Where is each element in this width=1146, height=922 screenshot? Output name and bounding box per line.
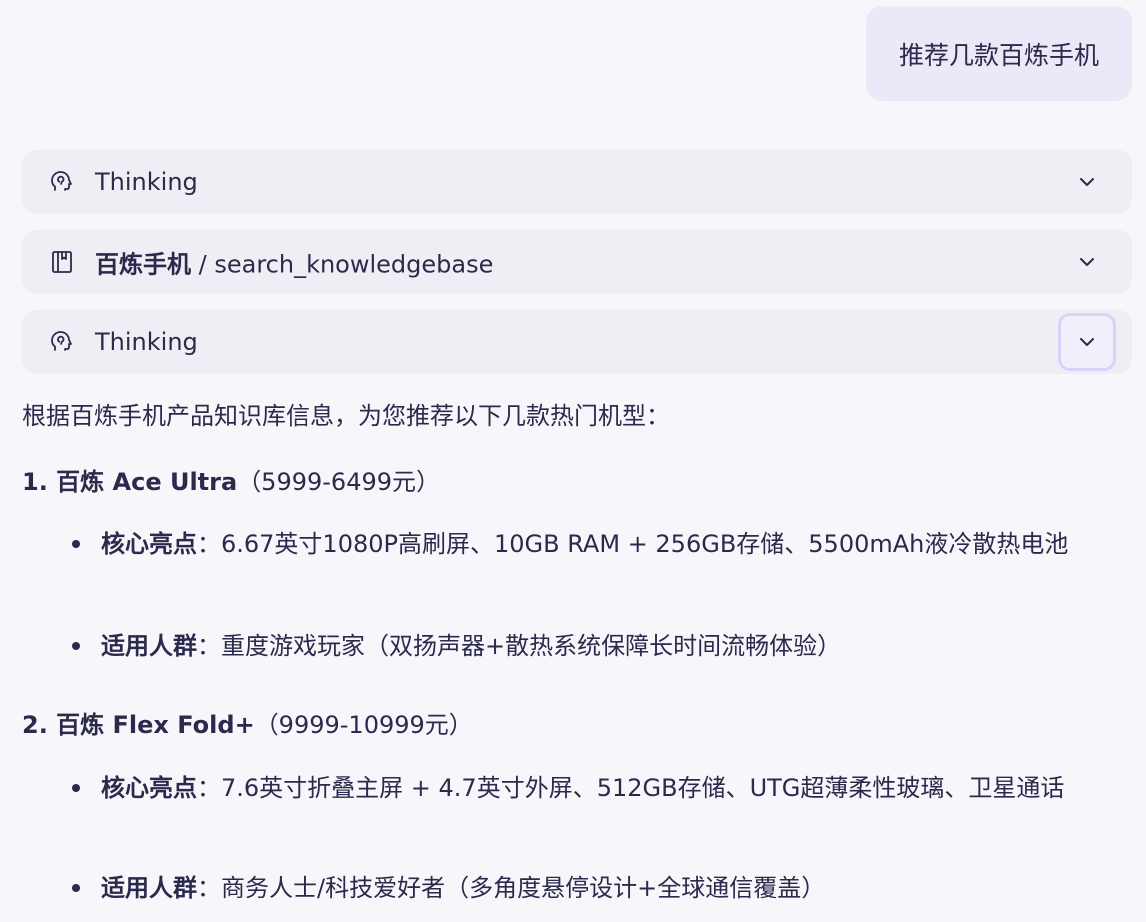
product-price: （9999-10999元） xyxy=(254,711,473,739)
thinking-step-1[interactable]: Thinking xyxy=(22,150,1132,214)
thinking-step-2[interactable]: Thinking xyxy=(22,310,1132,374)
bullet-value: ：7.6英寸折叠主屏 + 4.7英寸外屏、512GB存储、UTG超薄柔性玻璃、卫… xyxy=(197,774,1065,802)
bullet-label: 核心亮点 xyxy=(101,774,197,802)
tool-call-step[interactable]: 百炼手机 / search_knowledgebase xyxy=(22,230,1132,294)
bullet-value: ：商务人士/科技爱好者（多角度悬停设计+全球通信覆盖） xyxy=(197,874,826,902)
step-label: Thinking xyxy=(95,168,198,196)
bullet-dot xyxy=(72,540,80,548)
expand-toggle[interactable] xyxy=(1058,313,1116,371)
product-heading: 2. 百炼 Flex Fold+（9999-10999元） xyxy=(22,705,473,740)
list-item: 适用人群：重度游戏玩家（双扬声器+散热系统保障长时间流畅体验） xyxy=(101,622,1131,670)
brain-icon xyxy=(49,329,75,355)
bullet-dot xyxy=(72,884,80,892)
chat-page: 推荐几款百炼手机 Thinking 百炼手机 / search_knowledg… xyxy=(0,0,1146,922)
kb-name: 百炼手机 xyxy=(95,250,191,279)
bullet-dot xyxy=(72,642,80,650)
chevron-down-icon xyxy=(1080,338,1094,346)
chevron-down-icon xyxy=(1080,178,1094,186)
bullet-label: 核心亮点 xyxy=(101,530,197,558)
product-title: 1. 百炼 Ace Ultra xyxy=(22,468,238,496)
book-icon xyxy=(49,249,75,275)
product-heading: 1. 百炼 Ace Ultra（5999-6499元） xyxy=(22,462,440,497)
list-item: 核心亮点：6.67英寸1080P高刷屏、10GB RAM + 256GB存储、5… xyxy=(101,520,1131,568)
chevron-down-icon xyxy=(1080,258,1094,266)
answer-intro: 根据百炼手机产品知识库信息，为您推荐以下几款热门机型： xyxy=(22,402,670,430)
bullet-label: 适用人群 xyxy=(101,874,197,902)
tool-name: / search_knowledgebase xyxy=(191,250,494,279)
product-title: 2. 百炼 Flex Fold+ xyxy=(22,711,255,739)
user-message-text: 推荐几款百炼手机 xyxy=(898,40,1099,70)
user-message-bubble: 推荐几款百炼手机 xyxy=(865,6,1132,101)
bullet-dot xyxy=(72,784,80,792)
product-price: （5999-6499元） xyxy=(237,468,441,496)
list-item: 核心亮点：7.6英寸折叠主屏 + 4.7英寸外屏、512GB存储、UTG超薄柔性… xyxy=(101,764,1131,812)
step-label: 百炼手机 / search_knowledgebase xyxy=(95,245,493,280)
expand-toggle[interactable] xyxy=(1058,153,1116,211)
expand-toggle[interactable] xyxy=(1058,233,1116,291)
list-item: 适用人群：商务人士/科技爱好者（多角度悬停设计+全球通信覆盖） xyxy=(101,864,1131,912)
brain-icon xyxy=(49,169,75,195)
bullet-label: 适用人群 xyxy=(101,632,197,660)
step-label: Thinking xyxy=(95,328,198,356)
bullet-value: ：重度游戏玩家（双扬声器+散热系统保障长时间流畅体验） xyxy=(197,632,842,660)
bullet-value: ：6.67英寸1080P高刷屏、10GB RAM + 256GB存储、5500m… xyxy=(197,530,1069,558)
